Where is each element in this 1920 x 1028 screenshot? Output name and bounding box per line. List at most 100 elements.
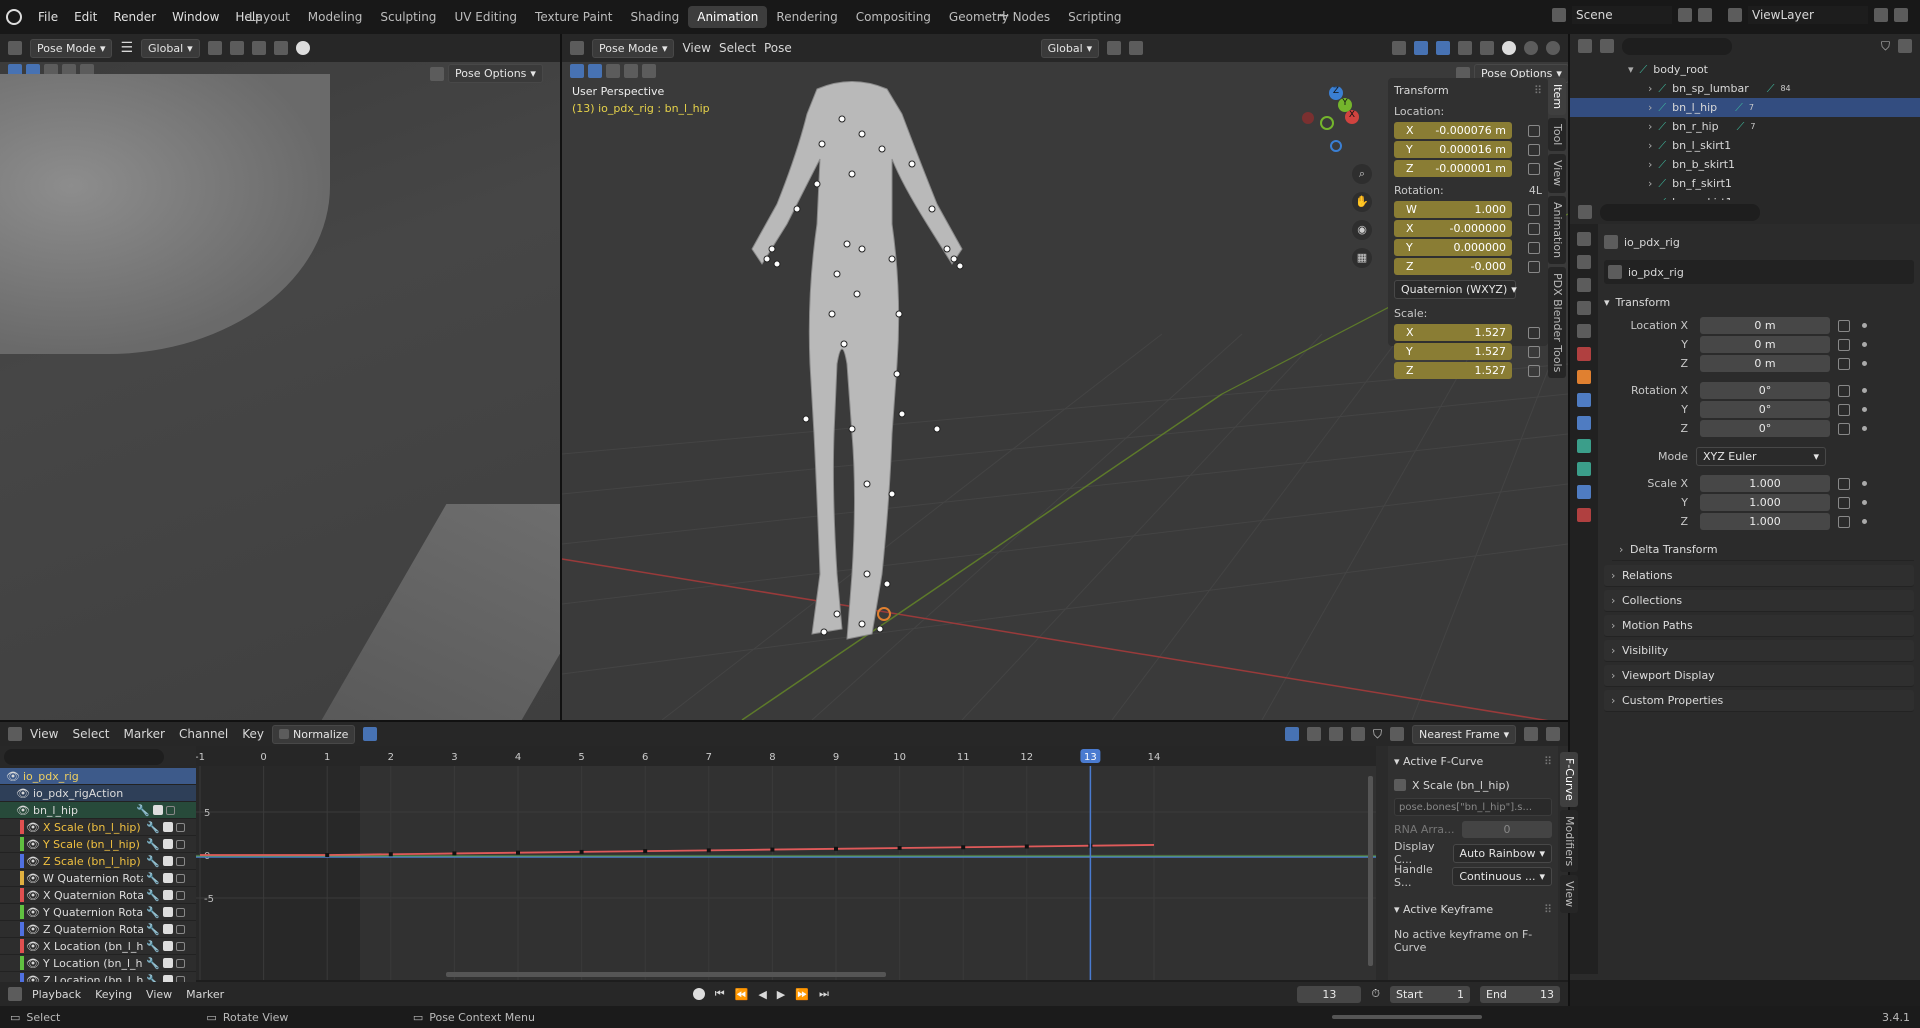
graph-menu-select[interactable]: Select (72, 727, 109, 741)
location-field[interactable]: 0 m (1700, 355, 1830, 372)
datablock-icon[interactable] (1608, 265, 1622, 279)
mirror-icon[interactable] (430, 66, 444, 81)
hamburger-icon[interactable]: ☰ (120, 40, 133, 56)
workspace-tab-sculpting[interactable]: Sculpting (371, 0, 445, 34)
timeline-menu-marker[interactable]: Marker (186, 988, 224, 1001)
lock-icon[interactable] (1838, 357, 1850, 370)
graph-menu-view[interactable]: View (30, 727, 58, 741)
lock-icon[interactable] (175, 941, 185, 951)
armature-data-tab-icon[interactable] (1577, 462, 1591, 476)
location-y-field[interactable]: Y 0.000016 m (1394, 141, 1512, 158)
jump-next-key-icon[interactable]: ⏩ (795, 988, 809, 1001)
shading-solid-icon[interactable] (295, 41, 310, 55)
rotation-field[interactable]: 0° (1700, 401, 1830, 418)
editor-type-icon[interactable] (8, 987, 22, 1001)
rotation-z-field[interactable]: Z -0.000 (1394, 258, 1512, 275)
lock-icon[interactable] (175, 856, 185, 866)
mute-checkbox[interactable] (162, 924, 173, 934)
mute-checkbox[interactable] (162, 873, 173, 883)
delta-transform-section[interactable]: Delta Transform (1612, 539, 1914, 561)
mute-checkbox[interactable] (152, 805, 163, 815)
outliner-row[interactable]: › ⟋ bn_f_skirt1 (1570, 174, 1920, 193)
graph-menu-key[interactable]: Key (242, 727, 264, 741)
horizontal-scrollbar[interactable] (446, 972, 886, 977)
mute-checkbox[interactable] (162, 907, 173, 917)
mute-checkbox[interactable] (162, 958, 173, 968)
bone-tab-icon[interactable] (1577, 485, 1591, 499)
lock-icon[interactable] (1838, 319, 1850, 332)
scene-name[interactable]: Scene (1572, 6, 1672, 24)
editor-type-icon[interactable] (1578, 39, 1592, 53)
location-z-field[interactable]: Z -0.000001 m (1394, 160, 1512, 177)
lock-icon[interactable] (1838, 496, 1850, 509)
rotation-lock-4l[interactable]: 4L (1529, 184, 1542, 197)
keyframe-dot-icon[interactable] (1862, 361, 1867, 366)
outliner-row[interactable]: › ⟋ bn_l_skirt1 (1570, 136, 1920, 155)
modifier-wrench-icon[interactable]: 🔧 (146, 921, 160, 938)
expand-icon[interactable]: › (1648, 155, 1652, 174)
workspace-tab-uv-editing[interactable]: UV Editing (445, 0, 526, 34)
channel-row[interactable]: 👁 bn_l_hip 🔧 (0, 802, 196, 819)
errors-icon[interactable] (1328, 727, 1343, 741)
scale-x-field[interactable]: X 1.527 (1394, 324, 1512, 341)
pivot-icon[interactable] (1390, 727, 1404, 741)
scale-y-field[interactable]: Y 1.527 (1394, 343, 1512, 360)
keyframe-point[interactable] (643, 849, 648, 854)
mode-select[interactable]: Pose Mode ▾ (30, 38, 113, 58)
graph-tab-view[interactable]: View (1560, 874, 1578, 914)
play-icon[interactable]: ▶ (777, 988, 785, 1001)
timeline-menu-keying[interactable]: Keying (95, 988, 132, 1001)
rotation-y-field[interactable]: Y 0.000000 (1394, 239, 1512, 256)
lock-icon[interactable] (1838, 403, 1850, 416)
modifier-wrench-icon[interactable]: 🔧 (146, 836, 160, 853)
view-layer-name[interactable]: ViewLayer (1748, 6, 1868, 24)
channel-row[interactable]: 👁 X Scale (bn_l_hip) 🔧 (0, 819, 196, 836)
lock-icon[interactable] (1528, 124, 1540, 137)
section-visibility[interactable]: Visibility (1604, 640, 1914, 662)
mute-checkbox[interactable] (162, 941, 173, 951)
lock-icon[interactable] (1528, 326, 1540, 339)
mute-checkbox[interactable] (162, 839, 173, 849)
lock-icon[interactable] (165, 805, 175, 815)
scale-field[interactable]: 1.000 (1700, 513, 1830, 530)
lock-icon[interactable] (175, 822, 185, 832)
filter-icon[interactable]: ⛉ (1373, 727, 1382, 742)
rna-array-index[interactable]: 0 (1462, 820, 1552, 838)
menu-edit[interactable]: Edit (66, 0, 105, 34)
sidebar-tab-pdx-blender-tools[interactable]: PDX Blender Tools (1548, 266, 1566, 378)
scale-field[interactable]: 1.000 (1700, 475, 1830, 492)
location-field[interactable]: 0 m (1700, 336, 1830, 353)
graph-tab-modifiers[interactable]: Modifiers (1560, 809, 1578, 872)
visibility-eye-icon[interactable]: 👁 (26, 921, 40, 938)
zoom-icon[interactable]: ⌕ (1352, 164, 1372, 184)
rotation-field[interactable]: 0° (1700, 420, 1830, 437)
outliner-row[interactable]: › ⟋ bn_b_skirt1 (1570, 155, 1920, 174)
workspace-tab-shading[interactable]: Shading (621, 0, 688, 34)
keyframe-dot-icon[interactable] (1862, 388, 1867, 393)
lock-icon[interactable] (1528, 241, 1540, 254)
display-mode-icon[interactable] (1600, 39, 1614, 53)
filter-icon[interactable]: ⛉ (1881, 39, 1890, 54)
timeline-menu-view[interactable]: View (146, 988, 172, 1001)
keyframe-point[interactable] (452, 851, 457, 856)
visibility-eye-icon[interactable]: 👁 (16, 802, 30, 819)
keyframe-point[interactable] (834, 846, 838, 851)
outliner-row[interactable]: ▾ ⟋ body_root (1570, 60, 1920, 79)
workspace-tab-texture-paint[interactable]: Texture Paint (526, 0, 621, 34)
scene-icon[interactable] (1552, 8, 1566, 22)
scene-tab-icon[interactable] (1577, 324, 1591, 338)
outliner-row[interactable]: › ⟋ bn_sp_lumbar ⟋ 84 (1570, 79, 1920, 98)
channel-row[interactable]: 👁 X Quaternion Rotati 🔧 (0, 887, 196, 904)
proportional-icon[interactable] (251, 41, 266, 55)
lock-icon[interactable] (175, 873, 185, 883)
vertical-scrollbar[interactable] (1368, 776, 1373, 966)
lock-icon[interactable] (1838, 515, 1850, 528)
section-viewport-display[interactable]: Viewport Display (1604, 665, 1914, 687)
section-collections[interactable]: Collections (1604, 590, 1914, 612)
graph-tab-f-curve[interactable]: F-Curve (1560, 752, 1578, 807)
channel-row[interactable]: 👁 Y Scale (bn_l_hip) 🔧 (0, 836, 196, 853)
lock-icon[interactable] (1528, 260, 1540, 273)
modifier-wrench-icon[interactable]: 🔧 (146, 955, 160, 972)
keyframe-point[interactable] (706, 848, 711, 853)
mute-checkbox[interactable] (162, 822, 173, 832)
